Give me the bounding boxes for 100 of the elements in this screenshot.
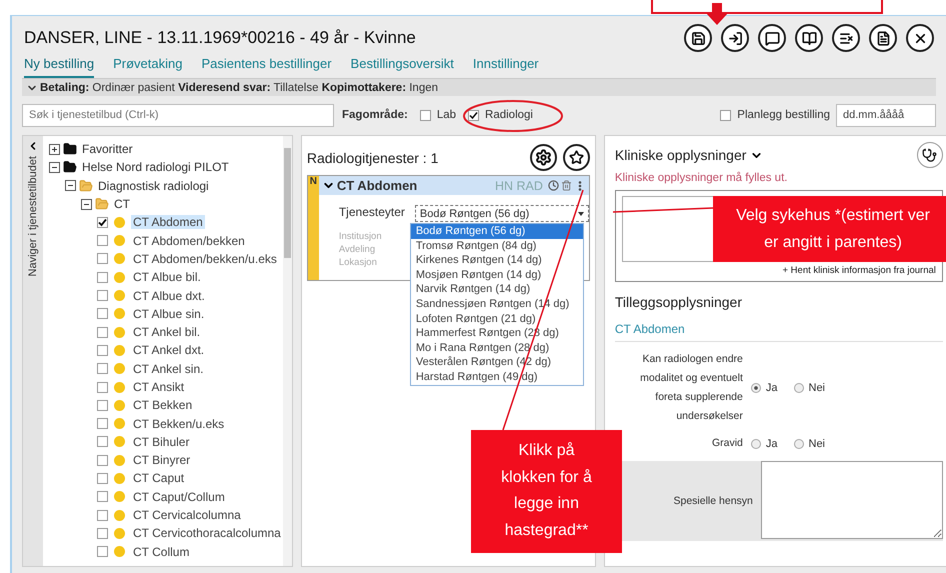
scrollbar[interactable]	[282, 136, 292, 566]
provider-select[interactable]: Bodø Røntgen (56 dg)	[414, 205, 589, 222]
checkbox[interactable]	[97, 235, 108, 246]
collapse-icon[interactable]	[49, 162, 60, 173]
tree-item[interactable]: Helse Nord radiologi PILOT	[80, 160, 231, 174]
tree-item[interactable]: CT Binyrer	[131, 453, 192, 468]
list-button[interactable]	[832, 24, 860, 52]
radio-label: Ja	[766, 438, 778, 450]
checkbox[interactable]	[97, 472, 108, 484]
tree-item[interactable]: CT Ankel sin.	[131, 362, 206, 376]
close-button[interactable]	[906, 24, 934, 52]
status-dot	[114, 454, 125, 466]
tab[interactable]: Innstillinger	[472, 54, 539, 78]
checkbox[interactable]	[97, 344, 108, 356]
status-dot	[114, 491, 125, 502]
question-label: Gravid	[710, 436, 743, 451]
tree-item[interactable]: CT Caput	[131, 471, 186, 486]
tree-item[interactable]: CT Albue sin.	[131, 306, 206, 321]
expand-icon[interactable]	[49, 144, 60, 155]
book-button[interactable]	[795, 24, 823, 52]
tab[interactable]: Prøvetaking	[113, 54, 182, 78]
checkbox[interactable]	[97, 272, 108, 283]
checkbox[interactable]	[97, 400, 108, 411]
field-label: Lokasjon	[338, 256, 377, 269]
tree-item[interactable]: CT Bekken	[131, 398, 194, 412]
tree-item[interactable]: CT Caput/Collum	[131, 490, 227, 504]
export-icon	[728, 30, 742, 46]
checkbox[interactable]	[97, 510, 108, 521]
document-button[interactable]	[869, 24, 897, 52]
clock-icon[interactable]	[548, 180, 559, 191]
tree-item[interactable]: CT Abdomen/bekken	[131, 234, 247, 248]
collapse-icon[interactable]	[81, 198, 92, 210]
tree-item[interactable]: CT Cervicalcolumna	[131, 508, 243, 522]
stethoscope-button[interactable]	[916, 142, 943, 168]
checkbox[interactable]	[97, 528, 108, 539]
special-text-field[interactable]	[760, 461, 943, 539]
panel-label: Naviger i tjenestetilbudet	[27, 156, 39, 276]
trash-icon[interactable]	[560, 180, 572, 191]
tree-item[interactable]: CT	[112, 197, 132, 212]
checkbox[interactable]	[97, 290, 108, 302]
callout-tooltip: Klikk på klokken for å legge inn hastegrad**	[471, 430, 622, 553]
radio-button[interactable]	[750, 383, 761, 393]
tree-item[interactable]: CT Abdomen/bekken/u.eks	[131, 252, 279, 266]
checkbox[interactable]	[97, 436, 108, 448]
checkbox[interactable]	[97, 418, 108, 430]
tree-item[interactable]: CT Ankel bil.	[131, 325, 202, 340]
save-button[interactable]	[684, 24, 712, 52]
folder-icon	[63, 160, 77, 174]
caret-icon	[578, 212, 584, 216]
comment-button[interactable]	[758, 24, 786, 52]
checkbox-label: Planlegg bestilling	[737, 109, 830, 121]
radio-button[interactable]	[750, 438, 761, 448]
document-icon	[876, 30, 890, 46]
checkbox[interactable]	[97, 253, 108, 264]
checkbox[interactable]	[97, 308, 108, 320]
status-dot	[114, 344, 125, 356]
order-source: HN RAD	[494, 178, 543, 192]
arrow-drawing	[705, 3, 729, 25]
status-dot	[114, 418, 125, 430]
radio-button[interactable]	[794, 438, 804, 448]
tree-item[interactable]: CT Collum	[131, 544, 192, 559]
checkbox[interactable]	[97, 491, 108, 502]
tree-item[interactable]: CT Ansikt	[131, 380, 186, 394]
checkbox[interactable]	[97, 326, 108, 338]
save-icon	[690, 30, 706, 46]
settings-button[interactable]	[530, 144, 557, 171]
status-dot	[114, 510, 125, 521]
dropdown-option[interactable]: Bodø Røntgen (56 dg)	[410, 224, 583, 239]
status-dot	[114, 235, 125, 246]
export-button[interactable]	[721, 24, 749, 52]
checkbox[interactable]	[97, 454, 108, 466]
star-button[interactable]	[562, 144, 590, 171]
dropdown-option[interactable]: Tromsø Røntgen (84 dg)	[410, 238, 583, 254]
search-field[interactable]: Søk i tjenestetilbud (Ctrl-k)	[22, 104, 334, 126]
journal-link[interactable]: + Hent klinisk informasjon fra journal	[782, 265, 936, 276]
checkbox[interactable]	[97, 216, 108, 228]
checkbox[interactable]	[97, 363, 108, 374]
order-name: CT Abdomen	[336, 178, 418, 193]
checkbox[interactable]	[420, 110, 431, 120]
date-field[interactable]: dd.mm.åååå	[836, 104, 936, 126]
checkbox[interactable]	[97, 546, 108, 558]
checkbox[interactable]	[468, 110, 480, 120]
status-dot	[114, 400, 125, 411]
callout-tooltip: Velg sykehus *(estimert ver er angitt i parentes)	[713, 196, 946, 262]
tab[interactable]: Bestillingsoversikt	[350, 54, 454, 78]
question-label: Kan radiologen endre modalitet og eventuelt foreta supplerende undersøkelser	[639, 352, 743, 424]
checkbox[interactable]	[720, 110, 732, 120]
tree-item[interactable]: CT Bekken/u.eks	[131, 416, 226, 431]
tree-item[interactable]: CT Abdomen	[131, 215, 205, 230]
tab[interactable]: Pasientens bestillinger	[201, 54, 332, 78]
tree-item[interactable]: Diagnostisk radiologi	[96, 178, 211, 193]
tree-item[interactable]: CT Albue bil.	[131, 270, 203, 284]
tree-item[interactable]: CT Bihuler	[131, 434, 192, 449]
tree-item[interactable]: CT Albue dxt.	[131, 288, 207, 303]
checkbox[interactable]	[97, 382, 108, 392]
collapse-icon[interactable]	[65, 180, 76, 192]
tree-item[interactable]: Favoritter	[80, 142, 135, 156]
tree-item[interactable]: CT Cervicothoracalcolumna	[131, 526, 283, 540]
tree-item[interactable]: CT Ankel dxt.	[131, 343, 206, 358]
radio-button[interactable]	[794, 383, 804, 393]
